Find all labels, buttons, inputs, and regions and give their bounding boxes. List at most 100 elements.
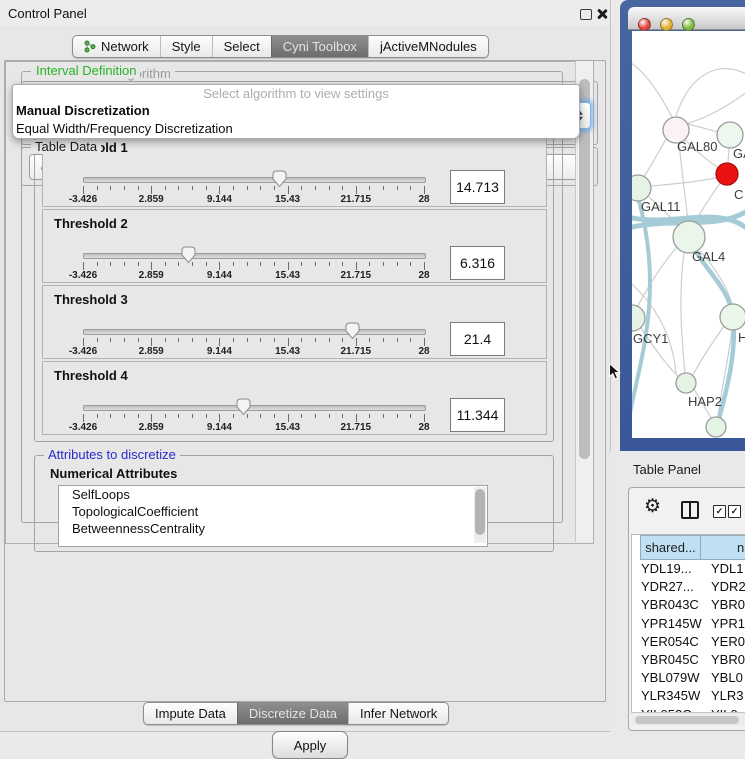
close-window-button[interactable] (596, 8, 608, 20)
apply-button-label: Apply (294, 738, 327, 753)
zoom-traffic-light[interactable] (682, 18, 695, 31)
tick-mark (83, 414, 84, 422)
tick-mark (165, 186, 166, 190)
column-header-name[interactable]: n (700, 535, 745, 560)
gear-icon[interactable]: ⚙ (644, 496, 661, 518)
tick-mark (315, 414, 316, 418)
slider-track[interactable] (83, 329, 426, 335)
slider-thumb[interactable] (236, 398, 251, 416)
table-row-ydr27-[interactable]: YDR27...YDR2 (632, 578, 745, 596)
network-node-ga[interactable] (717, 122, 743, 148)
table-row-ylr345w[interactable]: YLR345WYLR3 (632, 687, 745, 705)
network-node-h[interactable] (720, 304, 745, 330)
table-row-ybr045c[interactable]: YBR045CYBR0 (632, 651, 745, 669)
attribute-item-betweennesscentrality[interactable]: BetweennessCentrality (59, 520, 487, 537)
checkbox-checked-icon[interactable]: ✓ (728, 505, 741, 518)
network-node-gal11[interactable] (632, 175, 651, 201)
table-horizontal-scrollbar-thumb[interactable] (635, 716, 739, 724)
split-columns-icon[interactable] (681, 501, 699, 519)
apply-button[interactable]: Apply (272, 731, 348, 759)
threshold-value-field[interactable]: 11.344 (450, 398, 505, 432)
panel-scrollbar-thumb[interactable] (579, 79, 590, 459)
tick-mark (233, 186, 234, 190)
slider-track[interactable] (83, 253, 426, 259)
table-row-ybr043c[interactable]: YBR043CYBR0 (632, 596, 745, 614)
table-row-ydl19-[interactable]: YDL19...YDL1 (632, 560, 745, 578)
tick-mark (165, 262, 166, 266)
network-node-unlabeled[interactable] (706, 417, 726, 437)
tick-mark (288, 338, 289, 346)
network-edge[interactable] (688, 124, 718, 132)
tab-style[interactable]: Style (160, 36, 212, 57)
network-edge[interactable] (681, 253, 685, 373)
slider-track[interactable] (83, 177, 426, 183)
network-node-c[interactable] (716, 163, 738, 185)
tick-mark (178, 414, 179, 418)
tab-jactivemnodules[interactable]: jActiveMNodules (368, 36, 488, 57)
table-horizontal-scrollbar[interactable] (631, 712, 745, 726)
column-header-shared-name[interactable]: shared... (640, 535, 701, 560)
mouse-cursor (608, 362, 621, 381)
network-edge[interactable] (676, 69, 745, 116)
tick-mark (260, 262, 261, 266)
float-window-button[interactable] (580, 9, 592, 20)
list-scrollbar[interactable] (474, 487, 486, 543)
network-edge[interactable] (643, 139, 666, 178)
bottom-tab-discretize-data[interactable]: Discretize Data (237, 703, 348, 724)
tick-mark (206, 338, 207, 342)
tab-cyni-toolbox[interactable]: Cyni Toolbox (271, 36, 368, 57)
network-icon (84, 40, 96, 53)
tick-mark (301, 186, 302, 190)
slider-thumb[interactable] (181, 246, 196, 264)
tick-mark (342, 414, 343, 418)
network-edge[interactable] (632, 61, 672, 117)
network-edge[interactable] (637, 248, 676, 308)
checkbox-checked-icon[interactable]: ✓ (713, 505, 726, 518)
algorithm-placeholder-option[interactable]: Select algorithm to view settings (13, 85, 579, 102)
tick-mark (233, 262, 234, 266)
scale-label: -3.426 (58, 270, 108, 281)
network-node-gcy1[interactable] (632, 305, 645, 331)
network-edge[interactable] (728, 148, 729, 163)
table-row-yer054c[interactable]: YER054CYER0 (632, 633, 745, 651)
threshold-value-field[interactable]: 6.316 (450, 246, 505, 280)
table-row-ybl079w[interactable]: YBL079WYBL0 (632, 669, 745, 687)
algorithm-option-manual-discretization[interactable]: Manual Discretization (13, 102, 579, 120)
scale-label: 15.43 (263, 194, 313, 205)
tick-mark (260, 186, 261, 190)
network-canvas[interactable]: GAL80GACGAL11GAL4GCY1HHAP2 (632, 31, 745, 438)
tick-mark (138, 414, 139, 418)
column-header-label: shared... (645, 540, 696, 555)
attribute-item-topologicalcoefficient[interactable]: TopologicalCoefficient (59, 503, 487, 520)
threshold-value-field[interactable]: 21.4 (450, 322, 505, 356)
tick-mark (151, 414, 152, 422)
table-row-ypr145w[interactable]: YPR145WYPR1 (632, 615, 745, 633)
tick-mark (178, 186, 179, 190)
attribute-item-selfloops[interactable]: SelfLoops (59, 486, 487, 503)
network-graph: GAL80GACGAL11GAL4GCY1HHAP2 (632, 31, 745, 438)
scale-label: 2.859 (126, 422, 176, 433)
close-traffic-light[interactable] (638, 18, 651, 31)
slider-track[interactable] (83, 405, 426, 411)
node-label-h: H (738, 330, 745, 345)
tab-label: Select (224, 36, 260, 57)
tick-mark (97, 186, 98, 190)
tab-network[interactable]: Network (73, 36, 160, 57)
network-edge[interactable] (693, 326, 724, 375)
threshold-value-field[interactable]: 14.713 (450, 170, 505, 204)
bottom-tab-impute-data[interactable]: Impute Data (144, 703, 237, 724)
tick-mark (192, 186, 193, 190)
slider-thumb[interactable] (272, 170, 287, 188)
network-edge[interactable] (686, 91, 745, 124)
list-scrollbar-thumb[interactable] (475, 489, 485, 535)
table-panel: ⚙ ✓ ✓ shared... n YDL19...YDL1YDR27...YD… (628, 487, 745, 731)
tick-mark (410, 338, 411, 342)
algorithm-option-equal-width-frequency-discretization[interactable]: Equal Width/Frequency Discretization (13, 120, 579, 138)
bottom-tab-infer-network[interactable]: Infer Network (348, 703, 448, 724)
numerical-attributes-list[interactable]: SelfLoopsTopologicalCoefficientBetweenne… (58, 485, 488, 544)
minimize-traffic-light[interactable] (660, 18, 673, 31)
tick-mark (124, 338, 125, 342)
slider-thumb[interactable] (345, 322, 360, 340)
network-node-hap2[interactable] (676, 373, 696, 393)
tab-select[interactable]: Select (212, 36, 271, 57)
